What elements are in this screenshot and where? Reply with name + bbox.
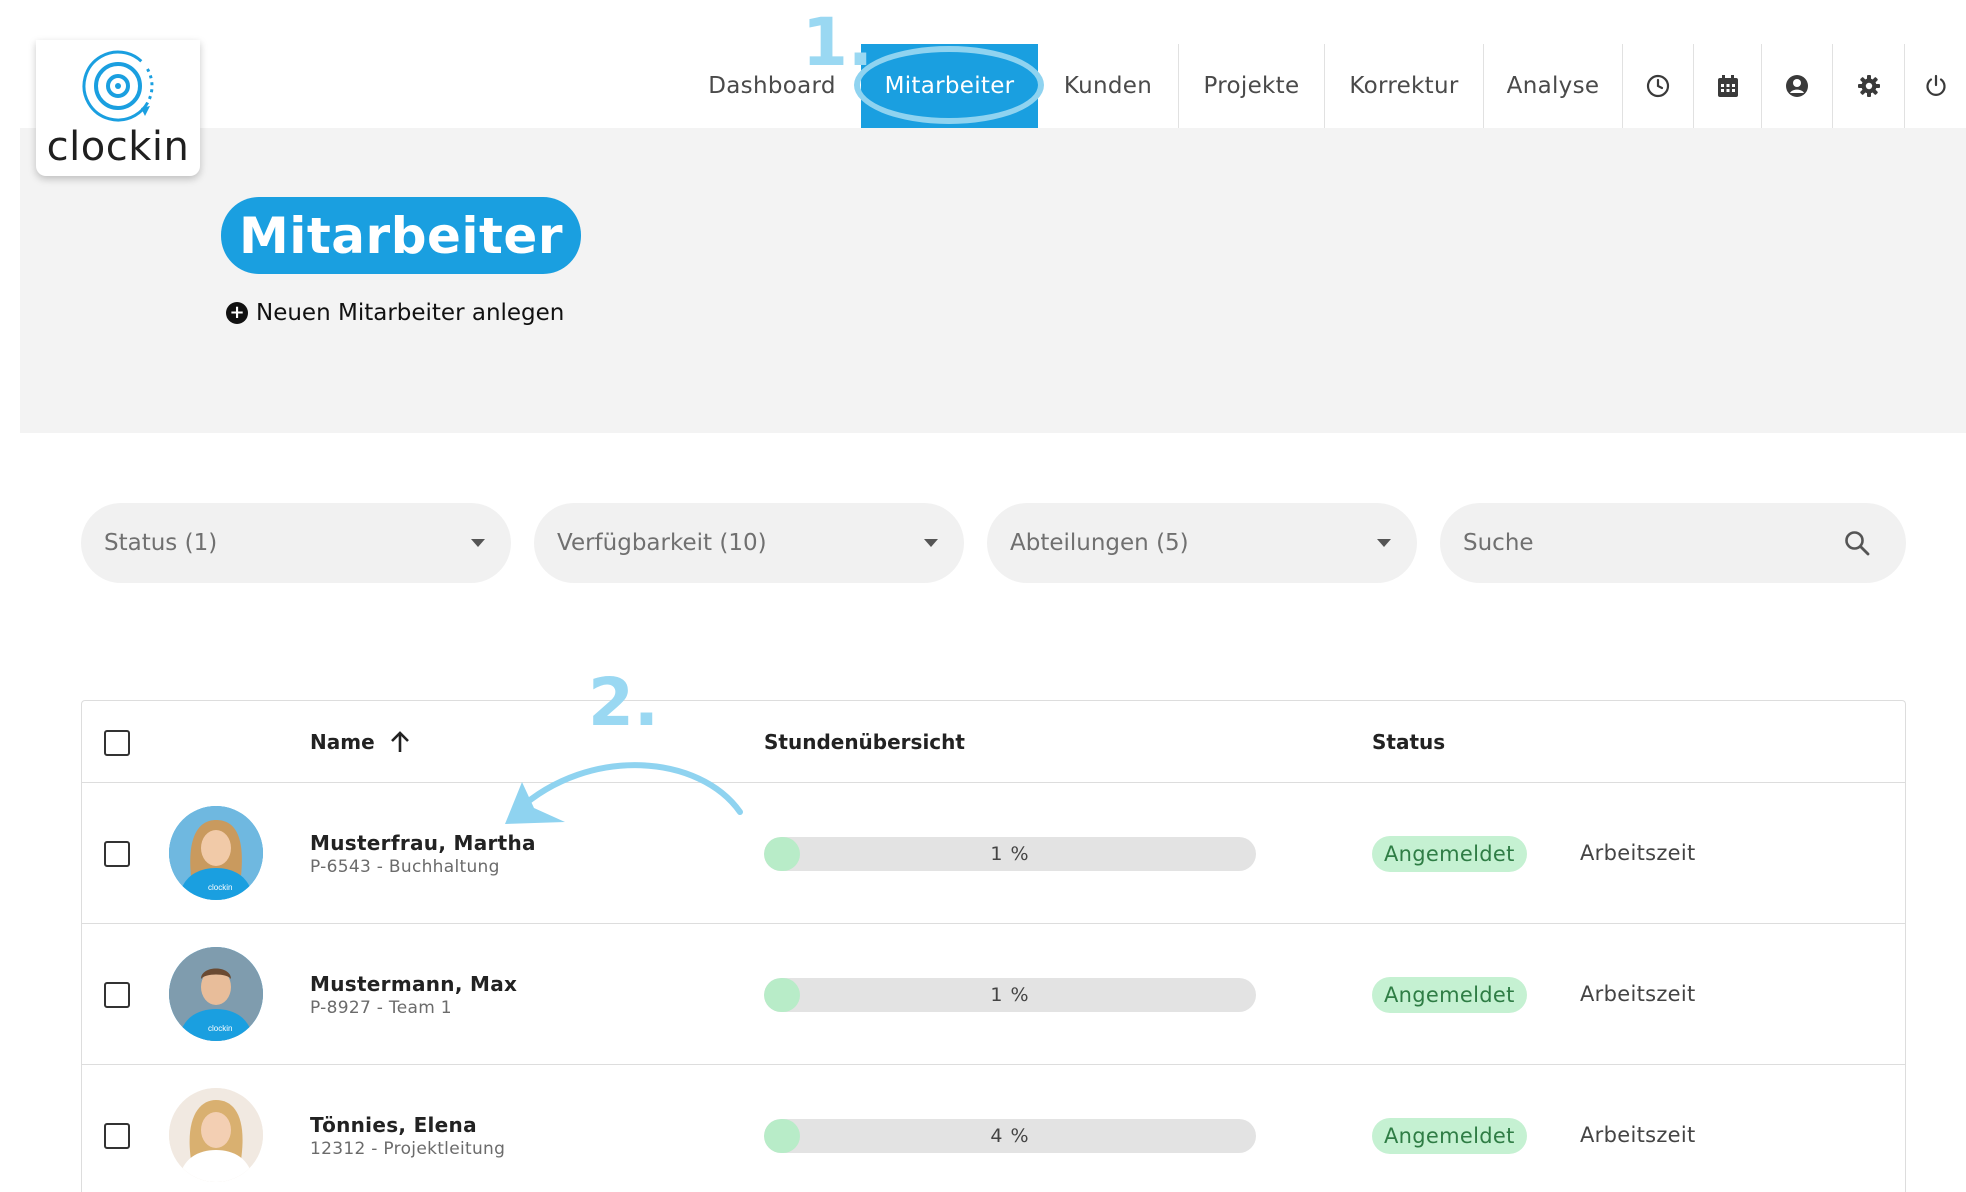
clockin-logo-icon [82, 50, 154, 122]
logo[interactable]: clockin [36, 40, 200, 176]
logo-text: clockin [46, 124, 190, 170]
annotation-arrow-icon [505, 762, 743, 824]
